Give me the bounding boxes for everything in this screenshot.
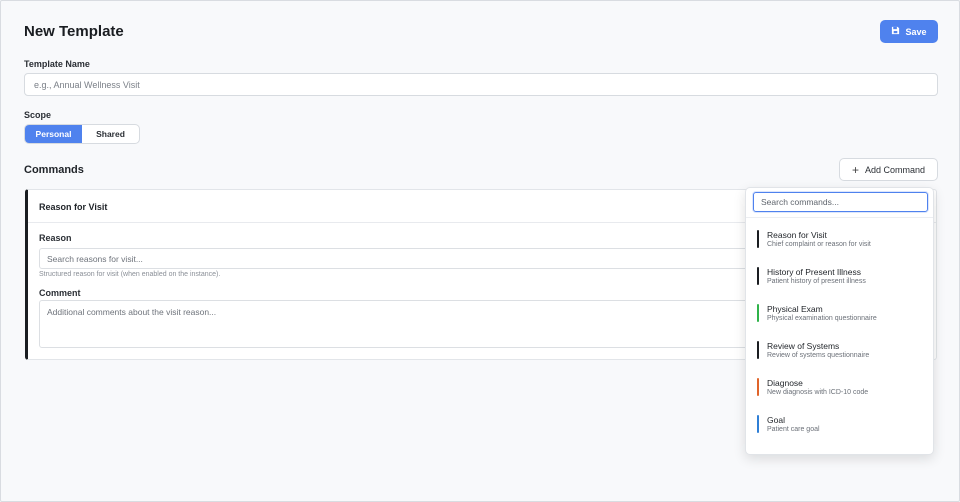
command-search-input[interactable]: Search commands...	[753, 192, 928, 212]
scope-option-personal[interactable]: Personal	[25, 125, 82, 143]
command-option-name: Review of Systems	[767, 341, 840, 351]
app-window: New Template Save Template Name e.g., An…	[0, 0, 960, 502]
color-indicator	[757, 415, 759, 433]
add-command-label: Add Command	[864, 164, 926, 175]
command-option-reason-for-visit[interactable]: Reason for Visit Chief complaint or reas…	[746, 224, 933, 261]
color-indicator	[757, 304, 759, 322]
color-indicator	[757, 341, 759, 359]
save-button[interactable]: Save	[880, 20, 938, 43]
save-label: Save	[905, 26, 927, 37]
command-option-goal[interactable]: Goal Patient care goal	[746, 409, 933, 446]
reason-search-input[interactable]: Search reasons for visit...	[39, 248, 759, 269]
comment-placeholder: Additional comments about the visit reas…	[47, 307, 217, 317]
command-option-diagnose[interactable]: Diagnose New diagnosis with ICD-10 code	[746, 372, 933, 409]
command-option-name: History of Present Illness	[767, 267, 862, 277]
divider	[746, 217, 933, 218]
scope-option-shared[interactable]: Shared	[82, 125, 139, 143]
command-option-description: Review of systems questionnaire	[767, 352, 870, 359]
command-list: Reason for Visit Chief complaint or reas…	[746, 224, 933, 446]
command-option-name: Diagnose	[767, 378, 803, 388]
command-picker-dropdown: Search commands... Reason for Visit Chie…	[745, 187, 934, 455]
command-option-name: Physical Exam	[767, 304, 823, 314]
save-icon	[891, 26, 900, 37]
color-indicator	[757, 230, 759, 248]
scope-toggle: Personal Shared	[24, 124, 140, 144]
command-option-description: Physical examination questionnaire	[767, 315, 877, 322]
color-indicator	[757, 378, 759, 396]
command-option-name: Goal	[767, 415, 785, 425]
command-option-description: Patient history of present illness	[767, 278, 866, 285]
comment-textarea[interactable]: Additional comments about the visit reas…	[39, 300, 759, 348]
command-option-review-of-systems[interactable]: Review of Systems Review of systems ques…	[746, 335, 933, 372]
page-title: New Template	[24, 23, 124, 40]
command-option-description: Chief complaint or reason for visit	[767, 241, 871, 248]
template-name-input[interactable]: e.g., Annual Wellness Visit	[24, 73, 938, 96]
color-indicator	[757, 267, 759, 285]
commands-heading: Commands	[24, 164, 84, 176]
command-option-name: Reason for Visit	[767, 230, 827, 240]
reason-label: Reason	[39, 233, 72, 243]
command-search-placeholder: Search commands...	[761, 197, 839, 207]
add-command-button[interactable]: + Add Command	[839, 158, 938, 181]
reason-helper-text: Structured reason for visit (when enable…	[39, 271, 221, 278]
command-option-description: Patient care goal	[767, 426, 820, 433]
comment-label: Comment	[39, 288, 81, 298]
template-name-label: Template Name	[24, 59, 90, 69]
scope-label: Scope	[24, 110, 52, 120]
template-name-placeholder: e.g., Annual Wellness Visit	[34, 79, 140, 90]
command-option-history-of-present-illness[interactable]: History of Present Illness Patient histo…	[746, 261, 933, 298]
command-option-physical-exam[interactable]: Physical Exam Physical examination quest…	[746, 298, 933, 335]
command-option-description: New diagnosis with ICD-10 code	[767, 389, 869, 396]
plus-icon: +	[851, 162, 859, 177]
reason-placeholder: Search reasons for visit...	[47, 253, 143, 264]
command-card-title: Reason for Visit	[39, 202, 108, 212]
